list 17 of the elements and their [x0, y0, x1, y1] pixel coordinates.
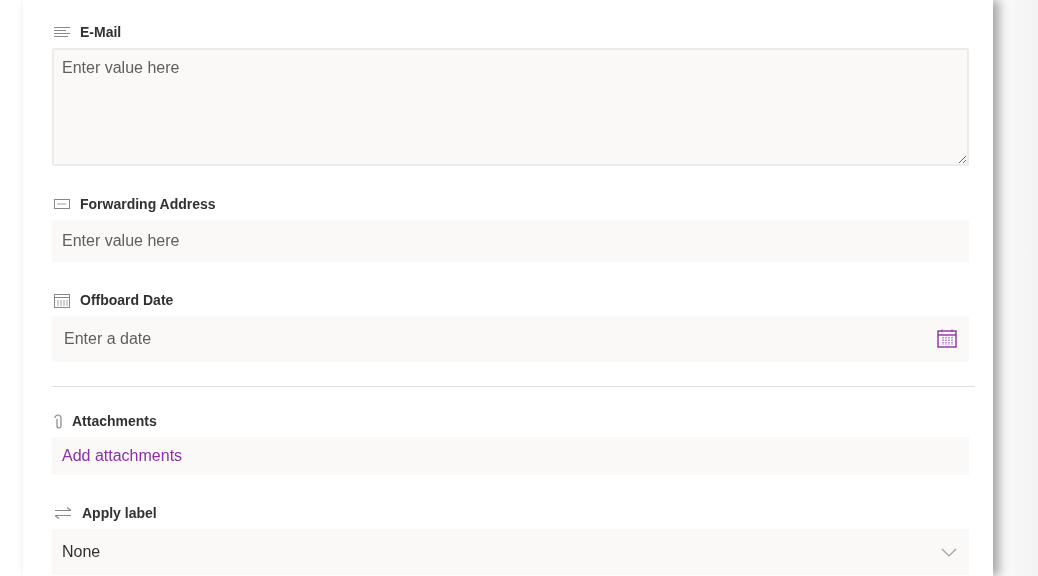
date-input-field[interactable]: Enter a date — [52, 316, 969, 362]
field-label: Apply label — [82, 505, 157, 521]
field-label: Attachments — [72, 413, 157, 429]
calendar-icon — [54, 292, 70, 308]
paperclip-icon — [54, 413, 62, 429]
field-label: Forwarding Address — [80, 196, 216, 212]
field-label: E-Mail — [80, 24, 122, 40]
chevron-down-icon — [941, 547, 957, 557]
swap-arrows-icon — [54, 507, 72, 519]
calendar-icon[interactable] — [937, 329, 957, 348]
add-attachments-link[interactable]: Add attachments — [62, 447, 183, 465]
field-label: Offboard Date — [80, 292, 174, 308]
text-field-icon — [54, 199, 70, 209]
email-textarea[interactable]: Enter value here — [52, 48, 969, 166]
text-lines-icon — [54, 26, 70, 38]
text-input-field[interactable]: Enter value here — [52, 220, 969, 262]
label-dropdown[interactable]: None — [52, 529, 969, 575]
